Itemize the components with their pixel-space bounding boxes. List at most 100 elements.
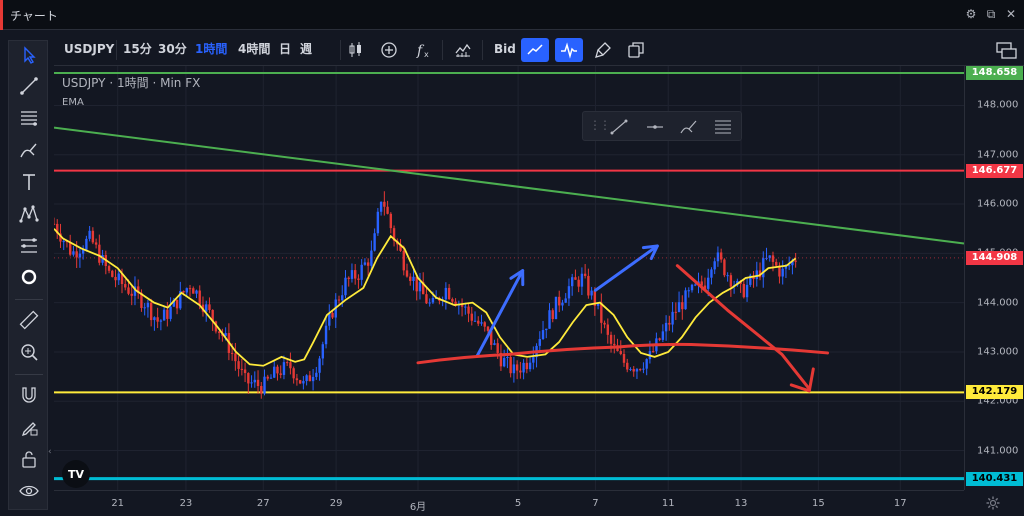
visibility-icon[interactable] — [13, 477, 45, 505]
candle-body — [250, 382, 253, 384]
toolbar-divider — [15, 374, 43, 375]
candle-body — [658, 338, 661, 340]
candle-body — [626, 362, 629, 370]
candle-body — [532, 357, 535, 363]
toolbar-divider — [442, 40, 443, 60]
price-label[interactable]: 142.179 — [966, 385, 1023, 400]
interval-30m[interactable]: 30分 — [158, 41, 187, 57]
brush-icon[interactable] — [591, 39, 615, 61]
candle-body — [263, 376, 266, 394]
chart-settings-icon[interactable] — [986, 496, 1000, 510]
tradingview-logo[interactable]: TV — [62, 460, 90, 488]
settings-icon[interactable]: ⚙ — [964, 7, 978, 21]
candle-body — [266, 376, 269, 379]
cursor-icon[interactable] — [13, 41, 45, 69]
lock-draw-icon[interactable] — [13, 413, 45, 441]
price-label[interactable]: 146.677 — [966, 163, 1023, 178]
candle-body — [260, 386, 263, 394]
candle-body — [75, 251, 78, 258]
candle-body — [331, 312, 334, 318]
brush-tool-icon[interactable] — [675, 116, 703, 138]
candle-body — [402, 250, 405, 271]
candle-body — [243, 369, 247, 374]
time-scale[interactable]: 21 23 27 29 6月 5 7 11 13 15 17 — [54, 490, 964, 516]
candles-icon[interactable] — [344, 39, 368, 61]
candle-body — [205, 304, 208, 312]
multi-layout-icon[interactable] — [992, 39, 1022, 61]
horizontal-ray-icon[interactable] — [641, 116, 669, 138]
time-tick: 11 — [661, 498, 675, 509]
time-tick: 23 — [179, 498, 193, 509]
candle-body — [548, 310, 551, 329]
candle-body — [473, 320, 477, 322]
close-icon[interactable]: ✕ — [1004, 7, 1018, 21]
price-scale[interactable]: 148.000147.000146.000145.000144.000143.0… — [964, 66, 1024, 490]
pattern-tool-icon[interactable] — [13, 200, 45, 228]
symbol-button[interactable]: USDJPY — [64, 41, 114, 57]
time-tick: 21 — [111, 498, 125, 509]
legend-interval: 1時間 — [116, 76, 149, 90]
time-tick: 27 — [256, 498, 270, 509]
price-label[interactable]: 148.658 — [966, 66, 1023, 80]
candle-body — [541, 330, 545, 340]
chart-pane[interactable]: USDJPY · 1時間 · Min FX EMA — [54, 66, 964, 490]
candle-body — [687, 290, 690, 292]
popout-icon[interactable]: ⧉ — [984, 7, 998, 21]
brush-tool-icon[interactable] — [13, 136, 45, 164]
interval-1h[interactable]: 1時間 — [195, 41, 227, 57]
ruler-icon[interactable] — [13, 306, 45, 334]
legend-indicator[interactable]: EMA — [62, 97, 200, 108]
shape-tool-icon[interactable] — [13, 263, 45, 291]
trend-line-tool-icon[interactable] — [13, 72, 45, 100]
candle-body — [661, 331, 665, 340]
zoom-icon[interactable] — [13, 338, 45, 366]
candle-body — [719, 252, 723, 260]
interval-15m[interactable]: 15分 — [123, 41, 152, 57]
fib-tool-icon[interactable] — [13, 104, 45, 132]
candle-body — [645, 359, 648, 369]
candle-body — [146, 302, 150, 308]
candle-body — [156, 317, 159, 322]
fib-levels-icon[interactable] — [709, 116, 737, 138]
candle-body — [240, 368, 244, 370]
add-compare-icon[interactable] — [377, 39, 401, 61]
prediction-tool-icon[interactable] — [13, 232, 45, 260]
time-tick: 5 — [514, 498, 522, 509]
candle-body — [723, 259, 726, 276]
magnet-icon[interactable] — [13, 381, 45, 409]
price-label[interactable]: 140.431 — [966, 471, 1023, 486]
candle-body — [88, 230, 91, 239]
candle-body — [632, 369, 635, 372]
candle-body — [415, 276, 418, 292]
candle-body — [467, 306, 470, 314]
candle-body — [794, 260, 797, 262]
candle-body — [162, 309, 166, 321]
trend-line-icon[interactable] — [521, 38, 549, 62]
bid-button[interactable]: Bid — [494, 41, 516, 57]
replay-icon[interactable] — [555, 38, 583, 62]
candle-body — [781, 268, 784, 277]
candle-body — [681, 302, 684, 310]
line-tool-icon[interactable] — [605, 116, 633, 138]
interval-4h[interactable]: 4時間 — [238, 41, 270, 57]
candle-body — [483, 322, 486, 327]
title-accent — [0, 0, 3, 30]
candle-body — [149, 302, 153, 321]
interval-week[interactable]: 週 — [300, 41, 312, 57]
candle-body — [668, 322, 671, 325]
candle-body — [85, 238, 88, 250]
interval-day[interactable]: 日 — [279, 41, 291, 57]
candle-body — [561, 302, 564, 306]
price-tick: 144.000 — [977, 297, 1019, 309]
app-window: チャート ⚙ ⧉ ✕ USDJPY 15分 30分 1時間 4時間 日 週 fx… — [0, 0, 1024, 516]
templates-icon[interactable] — [451, 39, 475, 61]
candle-body — [373, 233, 376, 251]
price-label[interactable]: 144.908 — [966, 250, 1023, 265]
layouts-icon[interactable] — [624, 39, 648, 61]
candle-body — [386, 206, 389, 214]
unlock-icon[interactable] — [13, 445, 45, 473]
text-tool-icon[interactable] — [13, 168, 45, 196]
price-tick: 146.000 — [977, 198, 1019, 210]
indicators-icon[interactable]: fx — [412, 39, 436, 61]
candle-body — [124, 284, 127, 288]
